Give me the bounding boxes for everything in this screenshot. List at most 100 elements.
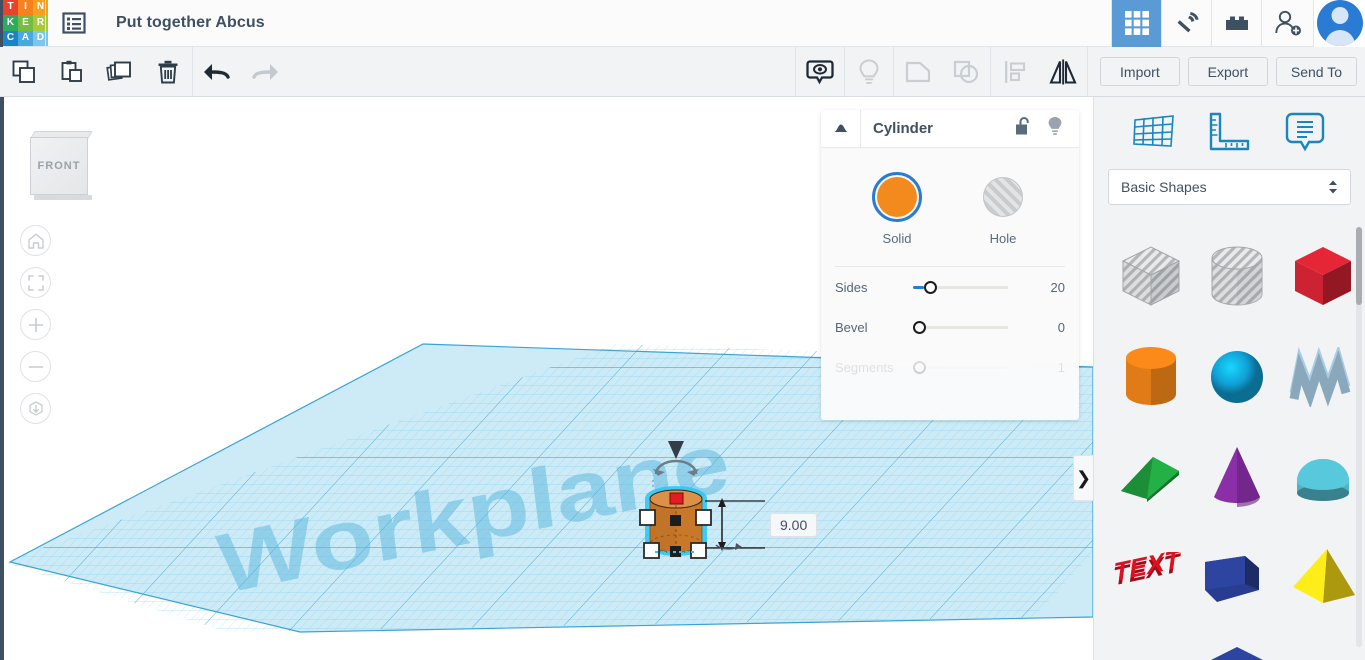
shape-item-cylinder-hole[interactable]: [1194, 227, 1280, 327]
mirror-button[interactable]: [1039, 47, 1087, 97]
height-handle[interactable]: [669, 492, 684, 505]
invite-user-button[interactable]: [1261, 0, 1313, 47]
shape-item-shape-partial-1[interactable]: [1108, 627, 1194, 660]
view-cube-front-face[interactable]: FRONT: [30, 137, 88, 195]
hole-mode-label: Hole: [989, 231, 1017, 246]
logo-tile-k: K: [3, 15, 18, 31]
hole-mode-option[interactable]: Hole: [978, 172, 1028, 246]
cube-arrow-icon: [28, 400, 43, 416]
shape-item-box-hole[interactable]: [1108, 227, 1194, 327]
document-title: Put together Abcus: [116, 14, 265, 31]
inspector-collapse-button[interactable]: [821, 110, 861, 148]
hole-swatch-ring: [978, 172, 1028, 222]
bevel-label: Bevel: [835, 319, 868, 335]
undo-button[interactable]: [193, 47, 241, 97]
dimension-value-label[interactable]: 9.00: [770, 513, 818, 537]
shape-item-pyramid[interactable]: [1280, 527, 1365, 627]
tinkercad-logo[interactable]: TINKERCAD: [0, 0, 48, 47]
slider-fill: [913, 285, 925, 289]
paste-icon: [61, 60, 82, 82]
send-to-button[interactable]: Send To: [1275, 57, 1357, 86]
solid-mode-option[interactable]: Solid: [872, 172, 922, 246]
tinkercad-app: TINKERCAD Put together Abcus Import Expo…: [0, 0, 1365, 660]
shape-item-text[interactable]: TEXT TEXT: [1108, 527, 1194, 627]
lightbulb-icon: [1048, 116, 1062, 135]
hole-swatch: [983, 177, 1023, 217]
redo-button[interactable]: [241, 47, 289, 97]
solid-mode-label: Solid: [882, 231, 912, 246]
align-button[interactable]: [991, 47, 1039, 97]
select-arrows: [1328, 180, 1338, 194]
paste-button[interactable]: [48, 47, 96, 97]
export-button[interactable]: Export: [1187, 57, 1268, 86]
shape-category-select[interactable]: Basic Shapes: [1108, 169, 1351, 205]
shape-item-shape-partial-3[interactable]: [1280, 627, 1365, 660]
chevron-updown-icon: [1329, 180, 1337, 194]
home-icon: [27, 233, 44, 249]
zoom-in-button[interactable]: [20, 309, 51, 340]
slider-knob[interactable]: [913, 320, 926, 334]
avatar: [1316, 0, 1363, 46]
shape-item-tube-half[interactable]: [1280, 427, 1365, 527]
ungroup-button[interactable]: [942, 47, 990, 97]
redo-icon: [252, 63, 278, 80]
copy-icon: [12, 60, 35, 83]
blocks-icon: [1225, 16, 1248, 30]
top-bar-right-tools: [1111, 0, 1365, 47]
shape-item-sphere[interactable]: [1194, 327, 1280, 427]
shape-item-scribble[interactable]: [1280, 327, 1365, 427]
apps-grid-button[interactable]: [1111, 0, 1161, 47]
pickaxe-button[interactable]: [1161, 0, 1211, 47]
project-menu-button[interactable]: [46, 0, 102, 47]
inspector-header: Cylinder: [821, 110, 1079, 148]
shape-item-shape-partial-2[interactable]: [1194, 627, 1280, 660]
mirror-icon: [1049, 59, 1077, 84]
show-hide-button[interactable]: [796, 47, 844, 97]
unlock-icon: [1016, 117, 1029, 135]
fit-brackets-icon: [27, 274, 44, 291]
plus-icon: [28, 317, 43, 332]
copy-button[interactable]: [0, 47, 48, 97]
blocks-button[interactable]: [1211, 0, 1261, 47]
solid-swatch-ring: [872, 172, 922, 222]
apps-grid-icon: [1124, 11, 1149, 35]
light-button[interactable]: [845, 47, 893, 97]
sides-label: Sides: [835, 279, 868, 295]
slider-knob[interactable]: [924, 280, 938, 294]
shape-item-cone[interactable]: [1194, 427, 1280, 527]
ruler-tool-button[interactable]: [1203, 108, 1255, 156]
panel-fade-overlay: [821, 350, 1079, 420]
panel-collapse-button[interactable]: ❯: [1073, 455, 1093, 501]
main-toolbar: Import Export Send To: [0, 46, 1365, 97]
user-avatar-button[interactable]: [1313, 0, 1365, 47]
workplane-tool-button[interactable]: [1128, 108, 1180, 156]
light-toggle-button[interactable]: [1047, 116, 1063, 142]
logo-tile-e: E: [18, 15, 33, 31]
shape-item-cylinder[interactable]: [1108, 327, 1194, 427]
shape-item-roof-wedge[interactable]: [1108, 427, 1194, 527]
home-view-button[interactable]: [20, 225, 51, 256]
bevel-slider[interactable]: [913, 317, 1008, 337]
note-tool-button[interactable]: [1279, 108, 1331, 156]
inspector-header-icons: [1015, 116, 1079, 142]
ortho-perspective-button[interactable]: [20, 393, 51, 424]
import-button[interactable]: Import: [1099, 57, 1180, 86]
logo-tile-t: T: [3, 0, 18, 16]
group-icon: [905, 61, 930, 82]
view-cube[interactable]: FRONT: [26, 131, 94, 201]
shape-item-polygon-box[interactable]: [1194, 527, 1280, 627]
logo-tile-c: C: [3, 30, 18, 47]
align-icon: [1004, 60, 1025, 83]
sidebar-scrollbar-thumb[interactable]: [1356, 227, 1362, 305]
lightbulb-icon: [859, 58, 879, 84]
duplicate-button[interactable]: [96, 47, 144, 97]
shape-library-grid: TEXT TEXT: [1094, 219, 1365, 660]
zoom-out-button[interactable]: [20, 351, 51, 382]
property-row-bevel: Bevel 0: [821, 307, 1079, 347]
group-button[interactable]: [894, 47, 942, 97]
lock-toggle-button[interactable]: [1015, 116, 1031, 141]
shape-item-box[interactable]: [1280, 227, 1365, 327]
fit-view-button[interactable]: [20, 267, 51, 298]
delete-button[interactable]: [144, 47, 192, 97]
sides-slider[interactable]: [913, 277, 1008, 297]
